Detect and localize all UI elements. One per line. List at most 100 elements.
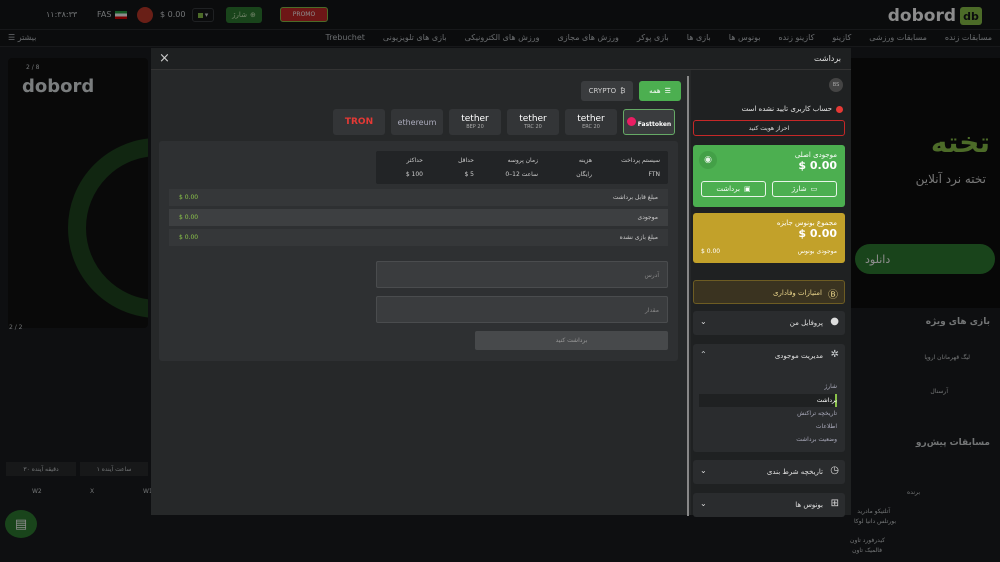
wallet-item-info[interactable]: اطلاعات xyxy=(816,423,837,430)
chevron-down-icon: ⌄ xyxy=(700,317,707,326)
eye-icon[interactable]: ◉ xyxy=(699,151,717,169)
main-balance-label: موجودی اصلی xyxy=(794,151,837,159)
info-header: زمان پروسه xyxy=(507,157,538,164)
info-header: هزینه xyxy=(578,157,592,164)
bonus-sub-value: $ 0.00 xyxy=(701,248,721,255)
address-placeholder: آدرس xyxy=(644,272,659,279)
wallet-label: مدیریت موجودی xyxy=(774,352,823,360)
row-label: موجودی xyxy=(637,214,659,221)
method-tether-erc20[interactable]: tether ERC 20 xyxy=(565,109,617,135)
method-network: BEP 20 xyxy=(466,124,484,130)
bonus-sub-label: موجودی بونوس xyxy=(797,248,837,255)
method-name: tether xyxy=(577,114,605,124)
chevron-down-icon: ⌄ xyxy=(700,499,707,508)
balance-row: موجودی $ 0.00 xyxy=(169,209,668,226)
chevron-up-icon[interactable]: ⌃ xyxy=(700,350,707,359)
info-value: $ 100 xyxy=(405,171,423,178)
method-tether-bep20[interactable]: tether BEP 20 xyxy=(449,109,501,135)
method-network: ERC 20 xyxy=(582,124,600,130)
info-header: سیستم پرداخت xyxy=(621,157,660,164)
withdraw-form: سیستم پرداخت هزینه زمان پروسه حداقل حداک… xyxy=(159,141,678,361)
user-icon: ● xyxy=(830,316,839,327)
lightning-icon xyxy=(626,116,636,126)
profile-label: پروفایل من xyxy=(789,319,823,327)
payment-methods: TRON ethereum tether BEP 20 tether TRC 20 … xyxy=(333,109,675,135)
panel-withdraw-button[interactable]: برداشت ▣ xyxy=(701,181,766,197)
wallet-section: مدیریت موجودی ✲ ⌃ شارژ برداشت تاریخچه تر… xyxy=(693,344,845,452)
coin-icon: Ⓑ xyxy=(828,290,838,301)
bonuses-section[interactable]: بونوس ها ⊞ ⌄ xyxy=(693,493,845,517)
panel-deposit-button[interactable]: شارژ ▭ xyxy=(772,181,837,197)
modal-header: برداشت × xyxy=(151,48,851,70)
method-network: TRC 20 xyxy=(524,124,542,130)
main-balance-value: $ 0.00 xyxy=(798,159,837,172)
bet-history-label: تاریخچه شرط بندی xyxy=(766,468,823,476)
method-name: ethereum xyxy=(397,117,437,127)
info-header: حداقل xyxy=(458,157,474,164)
loyalty-points[interactable]: امتیازات وفاداری Ⓑ xyxy=(693,280,845,304)
filter-all-label: همه xyxy=(649,87,661,95)
row-value: $ 0.00 xyxy=(179,194,199,201)
method-tether-trc20[interactable]: tether TRC 20 xyxy=(507,109,559,135)
filter-crypto-button[interactable]: CRYPTO ₿ xyxy=(581,81,633,101)
close-icon[interactable]: × xyxy=(159,51,170,66)
verification-warning: حساب کاربری تایید نشده است xyxy=(742,105,843,113)
row-value: $ 0.00 xyxy=(179,234,199,241)
row-value: $ 0.00 xyxy=(179,214,199,221)
main-balance-card: موجودی اصلی $ 0.00 ◉ شارژ ▭ برداشت ▣ xyxy=(693,145,845,207)
withdrawable-row: مبلغ قابل برداشت $ 0.00 xyxy=(169,189,668,206)
info-header: حداکثر xyxy=(406,157,423,164)
info-value: $ 5 xyxy=(464,171,474,178)
filter-all-button[interactable]: همه ☰ xyxy=(639,81,681,101)
modal-title: برداشت xyxy=(814,54,841,63)
method-info-table: سیستم پرداخت هزینه زمان پروسه حداقل حداک… xyxy=(376,151,668,184)
deposit-label: شارژ xyxy=(791,185,807,193)
profile-section[interactable]: پروفایل من ● ⌄ xyxy=(693,311,845,335)
history-icon: ◷ xyxy=(830,465,839,476)
gift-icon: ⊞ xyxy=(830,498,839,509)
list-icon: ☰ xyxy=(664,87,671,95)
modal-scrollbar[interactable] xyxy=(687,76,689,516)
bitcoin-icon: ₿ xyxy=(620,87,626,95)
panel-avatar[interactable]: BS xyxy=(829,78,843,92)
card-icon: ▭ xyxy=(810,185,818,193)
filter-crypto-label: CRYPTO xyxy=(588,87,617,95)
withdraw-submit-button[interactable]: برداشت کنید xyxy=(475,331,668,350)
warning-text: حساب کاربری تایید نشده است xyxy=(741,105,832,113)
gear-icon: ✲ xyxy=(830,349,839,360)
wallet-item-deposit[interactable]: شارژ xyxy=(824,383,837,390)
account-panel: BS حساب کاربری تایید نشده است احراز هویت… xyxy=(691,70,851,517)
method-name: tether xyxy=(519,114,547,124)
info-value: FTN xyxy=(648,171,661,178)
wallet-item-withdraw[interactable]: برداشت xyxy=(817,397,837,404)
method-tron[interactable]: TRON xyxy=(333,109,385,135)
bonus-label: مجموع بونوس جایزه xyxy=(776,219,837,227)
withdraw-label: برداشت xyxy=(716,185,740,193)
row-label: مبلغ بازی نشده xyxy=(619,234,658,241)
wallet-item-history[interactable]: تاریخچه تراکنش xyxy=(797,410,837,417)
method-filters: CRYPTO ₿ همه ☰ xyxy=(581,81,681,101)
loyalty-label: امتیازات وفاداری xyxy=(773,289,822,297)
bonus-value: $ 0.00 xyxy=(798,227,837,240)
row-label: مبلغ قابل برداشت xyxy=(612,194,658,201)
method-name: TRON xyxy=(344,117,374,127)
amount-input[interactable]: مقدار xyxy=(376,296,668,323)
bonuses-label: بونوس ها xyxy=(795,501,823,509)
withdraw-icon: ▣ xyxy=(744,185,751,193)
withdraw-modal: برداشت × CRYPTO ₿ همه ☰ TRON ethereum teth… xyxy=(151,48,851,517)
chevron-down-icon: ⌄ xyxy=(700,466,707,475)
bonus-card: مجموع بونوس جایزه $ 0.00 موجودی بونوس $ … xyxy=(693,213,845,263)
info-value: 0–12 ساعت xyxy=(505,171,538,178)
amount-placeholder: مقدار xyxy=(645,307,659,314)
alert-icon xyxy=(836,105,843,113)
unplayed-row: مبلغ بازی نشده $ 0.00 xyxy=(169,229,668,246)
method-fasttoken[interactable]: Fasttoken xyxy=(623,109,675,135)
info-value: رایگان xyxy=(576,171,592,178)
bet-history-section[interactable]: تاریخچه شرط بندی ◷ ⌄ xyxy=(693,460,845,484)
method-name: tether xyxy=(461,114,489,124)
method-name: Fasttoken xyxy=(637,120,672,128)
kyc-button[interactable]: احراز هویت کنید xyxy=(693,120,845,136)
method-ethereum[interactable]: ethereum xyxy=(391,109,443,135)
address-input[interactable]: آدرس xyxy=(376,261,668,288)
wallet-item-status[interactable]: وضعیت برداشت xyxy=(796,436,837,443)
